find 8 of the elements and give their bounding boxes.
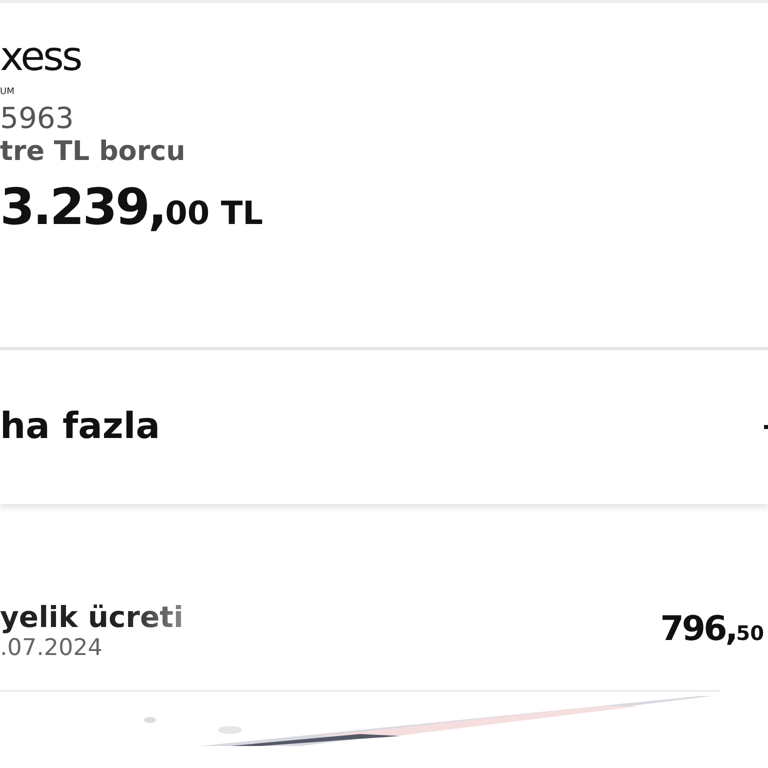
card-number: 5963 xyxy=(0,101,74,135)
logo-subtitle: UM xyxy=(0,87,14,97)
debt-label: tre TL borcu xyxy=(0,136,186,167)
logo-text: xess xyxy=(0,34,81,80)
transaction-amount: 796,50 xyxy=(660,612,765,646)
more-row[interactable]: ha fazla xyxy=(0,350,768,504)
transaction-date: .07.2024 xyxy=(0,634,102,661)
debt-amount: 3.239,00 TL xyxy=(0,182,264,232)
